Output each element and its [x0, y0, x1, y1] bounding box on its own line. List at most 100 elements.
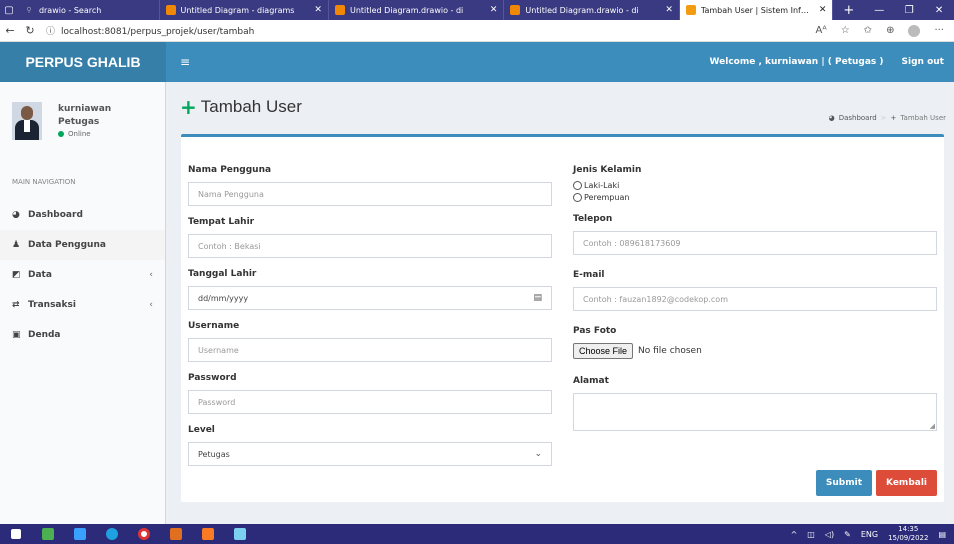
form-left-column: Nama Pengguna Nama Pengguna Tempat Lahir… — [188, 165, 552, 477]
username-group: Username Username — [188, 321, 552, 362]
read-aloud-icon[interactable]: Aᴬ — [816, 25, 827, 36]
drawio-icon — [165, 5, 176, 15]
close-icon[interactable]: ✕ — [819, 5, 827, 15]
edge-icon[interactable] — [96, 524, 128, 544]
collections-icon[interactable]: ⊕ — [886, 25, 894, 36]
nama-group: Nama Pengguna Nama Pengguna — [188, 165, 552, 206]
sidebar-item-label: Dashboard — [28, 210, 83, 220]
email-input[interactable]: Contoh : fauzan1892@codekop.com — [573, 287, 937, 311]
tab-untitled-diagram-2[interactable]: Untitled Diagram.drawio - di ✕ — [329, 0, 505, 20]
nama-input[interactable]: Nama Pengguna — [188, 182, 552, 206]
telepon-input[interactable]: Contoh : 089618173609 — [573, 231, 937, 255]
pen-icon[interactable]: ✎ — [844, 530, 851, 539]
tab-drawio-search[interactable]: ⚲ drawio - Search — [18, 0, 160, 20]
breadcrumb-separator: > — [880, 114, 887, 122]
favorites-list-icon[interactable]: ✩ — [864, 25, 872, 36]
tanggal-group: Tanggal Lahir dd/mm/yyyy ▤ — [188, 269, 552, 310]
kembali-button[interactable]: Kembali — [876, 470, 937, 496]
windows-start-icon[interactable] — [0, 524, 32, 544]
more-icon[interactable]: ··· — [934, 25, 944, 36]
level-select[interactable]: Petugas ⌄ — [188, 442, 552, 466]
sidebar-item-data[interactable]: ◩ Data ‹ — [0, 260, 165, 290]
favorite-icon[interactable]: ☆ — [841, 25, 850, 36]
taskbar: ^ ◫ ◁) ✎ ENG 14:35 15/09/2022 ▤ — [0, 524, 954, 544]
clock[interactable]: 14:35 15/09/2022 — [888, 525, 928, 543]
restore-icon[interactable]: ❐ — [894, 5, 924, 16]
radio-perempuan[interactable]: Perempuan — [573, 193, 937, 202]
close-icon[interactable]: ✕ — [490, 5, 498, 15]
app-icon — [685, 5, 696, 15]
jk-label: Jenis Kelamin — [573, 165, 642, 175]
user-role: Petugas — [58, 117, 100, 127]
language-indicator[interactable]: ENG — [861, 530, 878, 539]
radio-circle-icon[interactable] — [573, 181, 582, 190]
radio-laki-laki[interactable]: Laki-Laki — [573, 181, 937, 190]
alamat-textarea[interactable]: ◢ — [573, 393, 937, 431]
tempat-label: Tempat Lahir — [188, 217, 255, 227]
menu-toggle-icon[interactable]: ≡ — [180, 55, 190, 69]
level-label: Level — [188, 425, 215, 435]
volume-icon[interactable]: ◁) — [825, 530, 834, 539]
network-icon[interactable]: ◫ — [807, 530, 815, 539]
tab-tambah-user[interactable]: Tambah User | Sistem Inform ✕ — [679, 0, 834, 20]
password-input[interactable]: Password — [188, 390, 552, 414]
signout-link[interactable]: Sign out — [902, 57, 944, 67]
dashboard-icon: ◕ — [828, 114, 835, 122]
close-icon[interactable]: ✕ — [665, 5, 673, 15]
tab-title: Untitled Diagram.drawio - di — [525, 5, 639, 15]
close-icon[interactable]: ✕ — [314, 5, 322, 15]
calendar-icon[interactable]: ▤ — [533, 293, 542, 303]
exchange-icon: ⇄ — [12, 300, 20, 310]
sidebar-item-label: Data — [28, 270, 52, 280]
sidebar-item-data-pengguna[interactable]: ♟ Data Pengguna — [0, 230, 165, 260]
choose-file-button[interactable]: Choose File — [573, 343, 634, 359]
avatar — [12, 102, 42, 140]
telepon-group: Telepon Contoh : 089618173609 — [573, 214, 937, 255]
form-box: Nama Pengguna Nama Pengguna Tempat Lahir… — [181, 134, 944, 502]
notification-icon[interactable]: ▤ — [938, 530, 946, 539]
minimize-icon[interactable]: — — [864, 5, 894, 16]
profile-icon[interactable] — [908, 24, 921, 37]
chrome-icon[interactable] — [128, 524, 160, 544]
tanggal-input[interactable]: dd/mm/yyyy ▤ — [188, 286, 552, 310]
nama-label: Nama Pengguna — [188, 165, 272, 175]
breadcrumb-dashboard[interactable]: Dashboard — [839, 114, 877, 122]
window-icon[interactable]: ▢ — [0, 0, 18, 20]
welcome-text[interactable]: Welcome , kurniawan | ( Petugas ) — [710, 57, 884, 67]
resize-grip-icon[interactable]: ◢ — [930, 422, 935, 430]
refresh-icon[interactable]: ↻ — [20, 24, 40, 37]
user-info: kurniawan Petugas Online — [58, 102, 111, 162]
tanggal-label: Tanggal Lahir — [188, 269, 257, 279]
telepon-label: Telepon — [573, 214, 613, 224]
tab-untitled-diagram-3[interactable]: Untitled Diagram.drawio - di ✕ — [504, 0, 680, 20]
system-tray: ^ ◫ ◁) ✎ ENG 14:35 15/09/2022 ▤ — [791, 525, 954, 543]
tempat-input[interactable]: Contoh : Bekasi — [188, 234, 552, 258]
tab-untitled-diagram-1[interactable]: Untitled Diagram - diagrams ✕ — [160, 0, 329, 20]
chevron-up-icon[interactable]: ^ — [791, 530, 798, 539]
radio-circle-icon[interactable] — [573, 193, 582, 202]
close-window-icon[interactable]: ✕ — [924, 5, 954, 16]
drawio-icon — [334, 5, 345, 15]
username-input[interactable]: Username — [188, 338, 552, 362]
file-explorer-icon[interactable] — [32, 524, 64, 544]
content-header: + Tambah User ◕ Dashboard > + Tambah Use… — [166, 82, 954, 132]
nav-header: MAIN NAVIGATION — [12, 178, 76, 186]
url-field[interactable]: ⓘ localhost:8081/perpus_projek/user/tamba… — [46, 24, 816, 37]
xampp-icon[interactable] — [192, 524, 224, 544]
folder-icon[interactable] — [64, 524, 96, 544]
money-icon: ▣ — [12, 330, 21, 340]
back-icon[interactable]: ← — [0, 24, 20, 37]
terminal-icon[interactable] — [160, 524, 192, 544]
sidebar-item-dashboard[interactable]: ◕ Dashboard — [0, 200, 165, 230]
logo[interactable]: PERPUS GHALIB — [0, 42, 166, 82]
browser-tab-bar: ▢ ⚲ drawio - Search Untitled Diagram - d… — [0, 0, 954, 20]
photos-icon[interactable] — [224, 524, 256, 544]
plus-icon: + — [890, 114, 897, 122]
sidebar-item-denda[interactable]: ▣ Denda — [0, 320, 165, 350]
new-tab-icon[interactable]: + — [833, 3, 864, 18]
sidebar-item-transaksi[interactable]: ⇄ Transaksi ‹ — [0, 290, 165, 320]
form-right-column: Jenis Kelamin Laki-Laki Perempuan Telepo… — [573, 165, 937, 431]
submit-button[interactable]: Submit — [815, 470, 873, 496]
sidebar-item-label: Transaksi — [28, 300, 76, 310]
username-label: Username — [188, 321, 240, 331]
